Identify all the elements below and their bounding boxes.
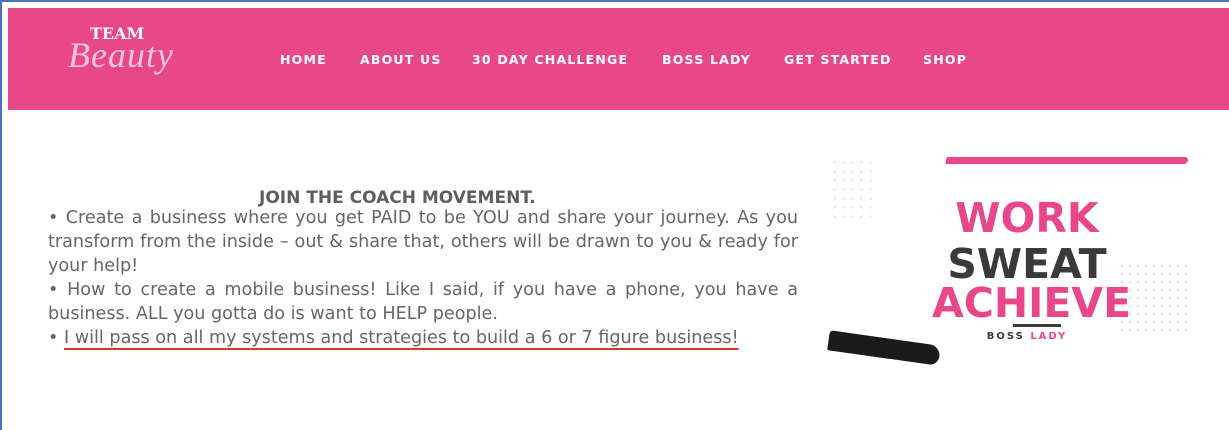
dot-pattern-left [830, 158, 878, 218]
tagline-lady: LADY [1030, 331, 1068, 342]
bullet-text: How to create a mobile business! Like I … [48, 280, 798, 324]
bullet-dot: • [48, 280, 59, 300]
promo-word-work: WORK [955, 194, 1099, 242]
nav-boss-lady[interactable]: BOSS LADY [662, 52, 751, 67]
underlined-bullet-text: I will pass on all my systems and strate… [63, 328, 739, 348]
window-frame-left [0, 0, 2, 430]
work-sweat-achieve-graphic: WORK SWEAT ACHIEVE BOSS LADY [827, 152, 1190, 377]
promo-word-achieve: ACHIEVE [932, 279, 1132, 327]
pink-brush-stroke [945, 157, 1189, 164]
nav-about-us[interactable]: ABOUT US [360, 52, 442, 67]
nav-get-started[interactable]: GET STARTED [784, 52, 892, 67]
bullet-dot: • [48, 328, 59, 348]
site-header: TEAM Beauty HOME ABOUT US 30 DAY CHALLEN… [8, 8, 1229, 110]
list-item: • How to create a mobile business! Like … [48, 278, 798, 326]
tagline-boss: BOSS [986, 331, 1025, 342]
list-item: • I will pass on all my systems and stra… [48, 326, 798, 350]
bullet-text: Create a business where you get PAID to … [48, 208, 799, 276]
team-beauty-logo[interactable]: TEAM Beauty [68, 24, 208, 82]
list-item: • Create a business where you get PAID t… [48, 206, 798, 278]
promo-divider [1013, 324, 1061, 327]
window-frame-top [0, 0, 1229, 2]
promo-tagline: BOSS LADY [932, 331, 1122, 342]
nav-shop[interactable]: SHOP [923, 52, 967, 67]
nav-home[interactable]: HOME [280, 52, 327, 67]
logo-script-text: Beauty [68, 35, 174, 75]
benefits-list: • Create a business where you get PAID t… [48, 206, 798, 350]
nav-30-day-challenge[interactable]: 30 DAY CHALLENGE [472, 52, 628, 67]
bullet-dot: • [48, 208, 59, 228]
black-brush-stroke [827, 330, 941, 366]
